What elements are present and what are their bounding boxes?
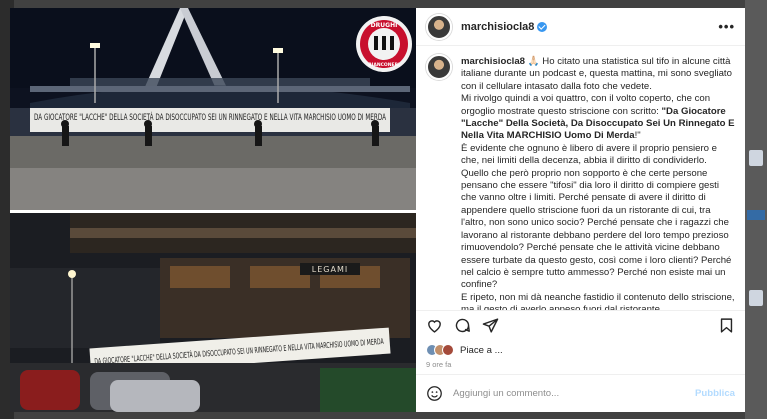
likes-text[interactable]: Piace a ...	[460, 345, 503, 356]
caption-paragraph-4: E ripeto, non mi dà neanche fastidio il …	[461, 291, 735, 310]
post-photo[interactable]: DA GIOCATORE "LACCHE" DELLA SOCIETÀ DA D…	[10, 8, 416, 412]
banner-top-text: DA GIOCATORE "LACCHE" DELLA SOCIETÀ DA D…	[34, 111, 387, 123]
caption-username[interactable]: marchisiocla8	[461, 56, 525, 67]
more-options-icon[interactable]: •••	[718, 19, 735, 34]
share-icon[interactable]	[482, 317, 499, 334]
verified-badge-icon	[537, 21, 548, 32]
author-avatar[interactable]	[426, 13, 452, 40]
publish-button[interactable]: Pubblica	[695, 388, 735, 399]
caption-quote-end: !"	[634, 130, 641, 142]
comment-input[interactable]: Aggiungi un commento...	[453, 388, 559, 399]
likes-row: Piace a ...	[416, 340, 745, 360]
post-modal: DA GIOCATORE "LACCHE" DELLA SOCIETÀ DA D…	[10, 8, 745, 412]
backdrop-thumbnail	[749, 150, 763, 166]
caption-avatar[interactable]	[426, 54, 452, 80]
caption-text: marchisiocla8 🙏🏻 Ho citato una statistic…	[461, 56, 735, 310]
post-photo-collage: DA GIOCATORE "LACCHE" DELLA SOCIETÀ DA D…	[10, 8, 416, 412]
liker-avatar	[442, 344, 454, 356]
backdrop-thumbnail	[747, 210, 765, 220]
restaurant-sign: LEGAMI	[312, 265, 348, 274]
post-timestamp: 9 ore fa	[426, 360, 452, 369]
comment-icon[interactable]	[454, 317, 471, 334]
author-username[interactable]: marchisiocla8	[461, 21, 534, 33]
ultras-logo: DRUGHI BIANCONERI	[356, 16, 412, 72]
backdrop-right-strip	[745, 0, 767, 419]
post-header: marchisiocla8 •••	[416, 8, 745, 46]
post-actions	[416, 310, 745, 340]
svg-text:BIANCONERI: BIANCONERI	[368, 62, 400, 68]
post-caption: marchisiocla8 🙏🏻 Ho citato una statistic…	[416, 46, 745, 310]
heart-icon[interactable]	[426, 317, 443, 334]
svg-text:DRUGHI: DRUGHI	[371, 22, 398, 29]
backdrop-thumbnail	[749, 290, 763, 306]
post-side-panel: marchisiocla8 ••• marchisiocla8 🙏🏻 Ho ci…	[416, 8, 745, 412]
comment-bar: Aggiungi un commento... Pubblica	[416, 374, 745, 412]
emoji-icon[interactable]	[426, 385, 443, 402]
bookmark-icon[interactable]	[718, 317, 735, 334]
caption-paragraph-3: È evidente che ognuno è libero di avere …	[461, 142, 732, 291]
